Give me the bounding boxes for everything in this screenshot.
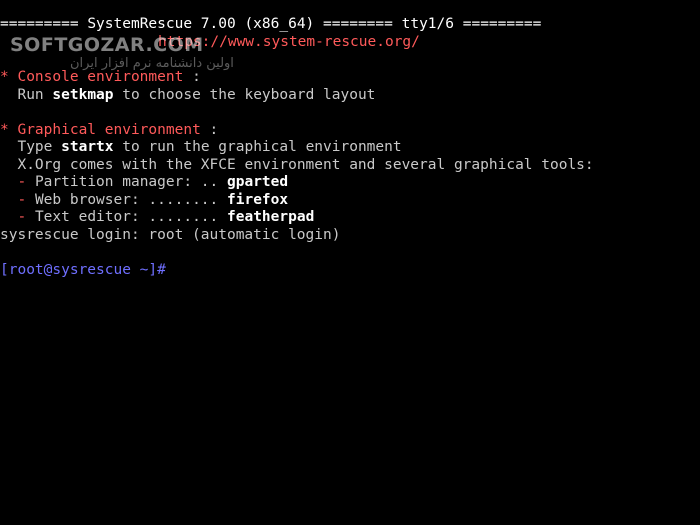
run-label: Run	[17, 87, 44, 103]
header-line: ========= SystemRescue 7.00 (x86_64) ===…	[0, 16, 541, 33]
login-line: sysrescue login: root (automatic login)	[0, 227, 340, 244]
graphical-bullet: *	[0, 122, 9, 138]
console-section-colon: :	[192, 69, 201, 85]
shell-prompt: [root@sysrescue ~]#	[0, 262, 166, 278]
watermark-logo: SOFTGOZAR.COM	[10, 34, 204, 56]
login-message: sysrescue login: root (automatic login)	[0, 227, 341, 243]
setkmap-command: setkmap	[52, 87, 114, 103]
console-description: to choose the keyboard layout	[122, 87, 376, 103]
tool-dash: -	[17, 192, 27, 208]
header-right-rule: =========	[462, 16, 542, 32]
console-bullet: *	[0, 69, 9, 85]
header-tty: tty1/6	[401, 16, 454, 32]
console-instruction: Run setkmap to choose the keyboard layou…	[0, 87, 375, 104]
header-left-rule: =========	[0, 16, 79, 32]
tool-dash: -	[17, 209, 27, 225]
header-middle-rule: ========	[323, 16, 393, 32]
tool-dash: -	[17, 174, 27, 190]
console-section-title: Console environment	[17, 69, 184, 85]
tool-row: - Text editor: ........ featherpad	[0, 209, 314, 226]
shell-prompt-line[interactable]: [root@sysrescue ~]#	[0, 262, 174, 279]
header-title: SystemRescue 7.00 (x86_64)	[87, 16, 315, 32]
tool-label: Partition manager: ..	[34, 174, 219, 190]
tool-row: - Web browser: ........ firefox	[0, 192, 288, 209]
tool-label: Web browser: ........	[34, 192, 219, 208]
terminal-screen[interactable]: ========= SystemRescue 7.00 (x86_64) ===…	[0, 0, 700, 525]
graphical-section-heading: * Graphical environment :	[0, 122, 218, 139]
tool-value-gparted: gparted	[227, 174, 289, 190]
type-label: Type	[17, 139, 53, 155]
tool-value-featherpad: featherpad	[227, 209, 315, 225]
tool-label: Text editor: ........	[34, 209, 219, 225]
startx-command: startx	[61, 139, 114, 155]
graphical-section-title: Graphical environment	[17, 122, 201, 138]
graphical-description: to run the graphical environment	[122, 139, 402, 155]
tool-value-firefox: firefox	[227, 192, 289, 208]
xorg-description: X.Org comes with the XFCE environment an…	[17, 157, 594, 173]
text-cursor	[166, 262, 174, 276]
console-section-heading: * Console environment :	[0, 69, 201, 86]
xorg-line: X.Org comes with the XFCE environment an…	[0, 157, 594, 174]
tool-row: - Partition manager: .. gparted	[0, 174, 288, 191]
graphical-section-colon: :	[209, 122, 219, 138]
graphical-instruction: Type startx to run the graphical environ…	[0, 139, 402, 156]
